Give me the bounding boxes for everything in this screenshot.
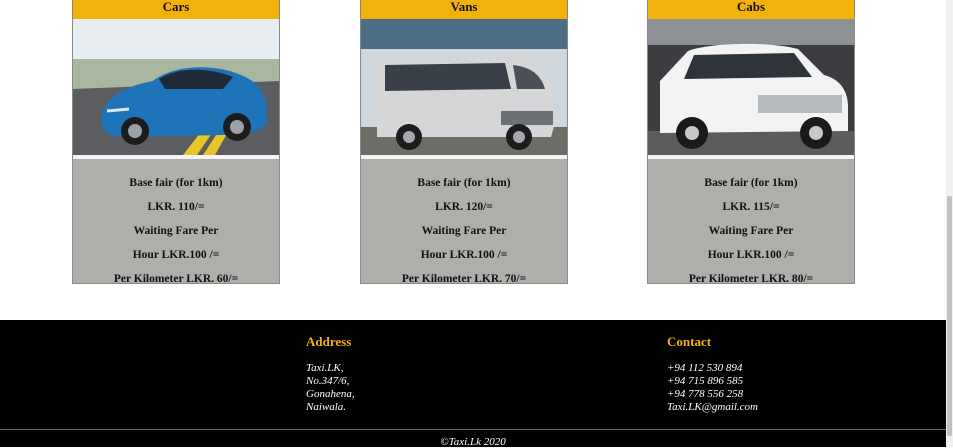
- email-link[interactable]: Taxi.LK@gmail.com: [667, 401, 758, 414]
- copyright-text: ©Taxi.Lk 2020: [440, 436, 506, 448]
- fare-line: Base fair (for 1km): [129, 177, 223, 189]
- fare-line: Per Kilometer LKR. 80/=: [688, 273, 814, 284]
- phone-number: +94 112 530 894: [667, 362, 743, 374]
- card-fare-details: Base fair (for 1km) LKR. 110/= Waiting F…: [73, 159, 279, 284]
- fare-line: Hour LKR.100 /=: [420, 249, 508, 261]
- card-title: Vans: [361, 0, 567, 19]
- address-block: Taxi.LK, No.347/6, Gonahena, Naiwala.: [306, 362, 355, 414]
- address-line: Gonahena,: [306, 388, 355, 400]
- phone-number: +94 778 556 258: [667, 388, 744, 400]
- address-line: Taxi.LK,: [306, 362, 344, 374]
- fare-line: Base fair (for 1km): [417, 177, 511, 189]
- contact-heading: Contact: [667, 334, 712, 349]
- card-title: Cabs: [648, 0, 854, 19]
- fare-line: Base fair (for 1km): [704, 177, 798, 189]
- footer-divider: [0, 429, 946, 430]
- fare-line: Waiting Fare Per: [421, 225, 507, 237]
- address-line: No.347/6,: [306, 375, 350, 387]
- fare-line: Hour LKR.100 /=: [707, 249, 795, 261]
- scrollbar-thumb[interactable]: [947, 196, 952, 436]
- phone-number: +94 715 896 585: [667, 375, 744, 387]
- fare-line: Waiting Fare Per: [708, 225, 794, 237]
- fare-line: Per Kilometer LKR. 60/=: [113, 273, 239, 284]
- van-image: [361, 19, 567, 155]
- cab-image: [648, 19, 854, 155]
- page-scrollbar[interactable]: [946, 0, 953, 447]
- vehicle-card-cabs: Cabs Base fair (for 1km) LKR. 115/= Wait…: [647, 0, 855, 284]
- contact-block: +94 112 530 894 +94 715 896 585 +94 778 …: [667, 362, 758, 414]
- card-title: Cars: [73, 0, 279, 19]
- fare-line: Per Kilometer LKR. 70/=: [401, 273, 527, 284]
- address-heading: Address: [306, 334, 352, 349]
- car-image: [73, 19, 279, 155]
- fare-line: LKR. 115/=: [722, 201, 780, 213]
- card-fare-details: Base fair (for 1km) LKR. 120/= Waiting F…: [361, 159, 567, 284]
- address-line: Naiwala.: [306, 401, 347, 413]
- site-footer: Address Taxi.LK, No.347/6, Gonahena, Nai…: [0, 320, 946, 448]
- vehicle-card-vans: Vans Base fair (for 1km) LKR. 120/= Wait…: [360, 0, 568, 284]
- fare-line: Hour LKR.100 /=: [132, 249, 220, 261]
- card-fare-details: Base fair (for 1km) LKR. 115/= Waiting F…: [648, 159, 854, 284]
- fare-line: LKR. 120/=: [435, 201, 493, 213]
- fare-line: LKR. 110/=: [147, 201, 205, 213]
- fare-line: Waiting Fare Per: [133, 225, 219, 237]
- vehicle-card-cars: Cars Base fair (for 1km) LKR. 110/= Wait…: [72, 0, 280, 284]
